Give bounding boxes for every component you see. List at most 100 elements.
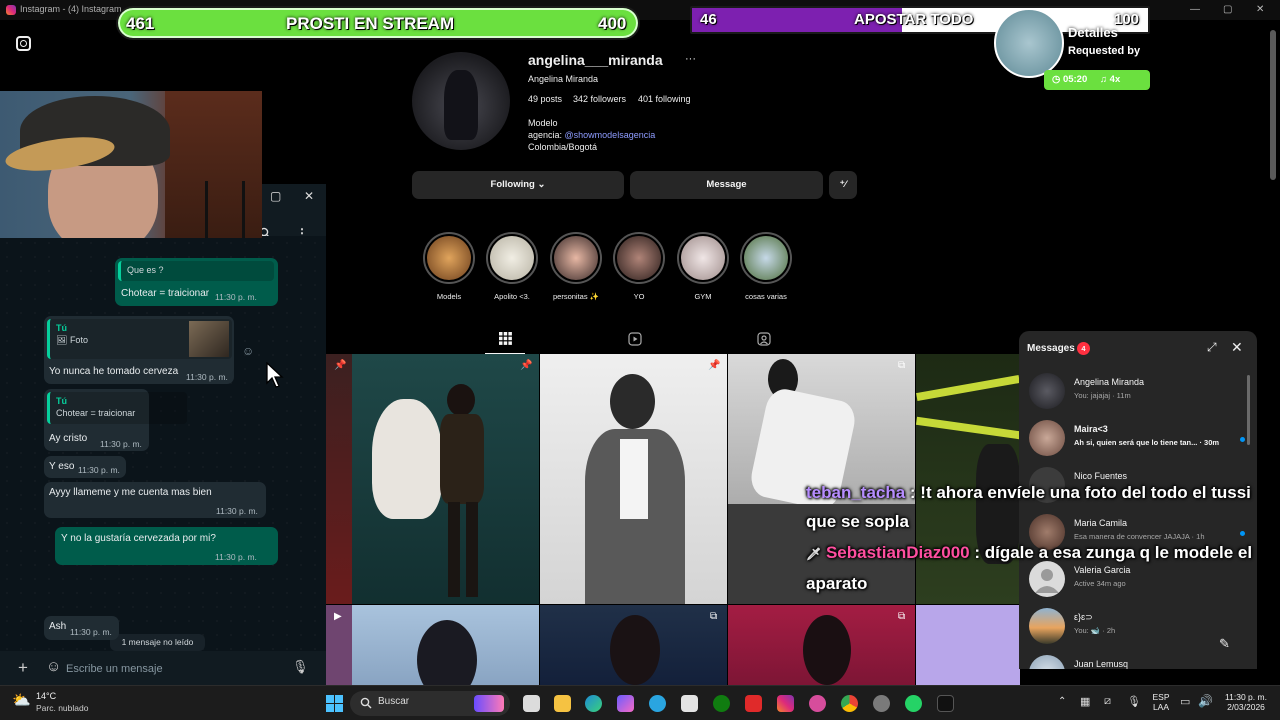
page-scrollbar[interactable]: [1270, 30, 1276, 180]
whatsapp-window: ▢ ✕ ⋮ Que es ? Chotear = traicionar 11:3…: [0, 184, 326, 685]
chevron-up-icon[interactable]: ⌃: [1058, 696, 1066, 707]
close-icon[interactable]: ✕: [1256, 4, 1264, 15]
edge-icon[interactable]: [585, 695, 602, 712]
profile-avatar[interactable]: [412, 52, 510, 150]
post-tile[interactable]: ⧉: [540, 605, 727, 685]
message-bubble[interactable]: Que es ? Chotear = traicionar 11:30 p. m…: [115, 258, 278, 306]
settings-app-icon[interactable]: [873, 695, 890, 712]
clock[interactable]: 11:30 p. m. 2/03/2026: [1216, 692, 1276, 712]
pin-icon: 📌: [708, 360, 721, 371]
conversation-item[interactable]: Angelina Miranda You: jajajaj · 11m: [1019, 367, 1249, 413]
message-input[interactable]: [66, 659, 286, 679]
message-bubble[interactable]: Ayyy llameme y me cuenta mas bien 11:30 …: [44, 482, 266, 518]
display-icon[interactable]: ▭: [1180, 695, 1190, 708]
highlight-label: Models: [436, 292, 462, 301]
tiktok-icon[interactable]: [937, 695, 954, 712]
highlight-models[interactable]: [423, 232, 475, 284]
post-tile[interactable]: 📌: [352, 354, 539, 604]
tray-app-icon[interactable]: ▦: [1080, 695, 1090, 708]
highlight-cosas-varias[interactable]: [740, 232, 792, 284]
taskbar-search-input[interactable]: [378, 696, 458, 707]
post-tile[interactable]: [352, 605, 539, 685]
expand-icon[interactable]: ⤢: [1207, 340, 1217, 355]
following-button[interactable]: Following ⌄: [412, 171, 624, 199]
post-tile[interactable]: 📌: [326, 354, 352, 604]
request-timer: ◷ 05:20 ♫ 4x: [1044, 70, 1150, 90]
conversation-item[interactable]: Juan Lemusq: [1019, 649, 1249, 669]
microphone-icon[interactable]: 🎙: [292, 659, 309, 675]
volume-icon[interactable]: 🔊: [1198, 694, 1213, 708]
tray-app-icon[interactable]: ⧄: [1104, 695, 1111, 708]
composer: + ☺ 🎙: [0, 651, 326, 685]
avatar: [1029, 373, 1065, 409]
profile-following-count[interactable]: 401 following: [638, 94, 691, 104]
reels-tab-icon[interactable]: [628, 332, 642, 346]
highlight-label: personitas ✨: [552, 292, 600, 301]
suggest-user-button[interactable]: ⁺⁄: [829, 171, 857, 199]
post-tile[interactable]: [916, 605, 1020, 685]
xbox-icon[interactable]: [713, 695, 730, 712]
new-message-icon[interactable]: ✎: [1219, 636, 1241, 658]
microphone-icon[interactable]: 🎙: [1127, 695, 1141, 708]
posts-grid-tab-icon[interactable]: [499, 332, 512, 345]
search-icon: [360, 696, 372, 714]
post-tile[interactable]: ⧉: [728, 605, 915, 685]
instagram-taskbar-icon[interactable]: [777, 695, 794, 712]
language-indicator[interactable]: ESP LAA: [1150, 692, 1172, 712]
webcam-overlay: [0, 91, 262, 238]
chat-username: SebastianDiaz000: [825, 543, 970, 562]
maximize-icon[interactable]: ▢: [270, 189, 281, 203]
chrome-icon[interactable]: [841, 695, 858, 712]
profile-bio-line3: Colombia/Bogotá: [528, 142, 598, 152]
chat-message: teban_tacha : !t ahora envíele una foto …: [806, 483, 1251, 531]
profile-bio-link[interactable]: @showmodelsagencia: [565, 130, 656, 140]
pin-icon: 📌: [334, 360, 347, 371]
post-tile[interactable]: 📌: [540, 354, 727, 604]
close-icon[interactable]: ✕: [1231, 339, 1243, 356]
highlight-label: Apolito <3.: [494, 292, 530, 301]
profile-username: angelina___miranda: [528, 52, 663, 68]
conversation-item[interactable]: ε}ɛ⊃ You: 🐋 · 2h: [1019, 602, 1249, 648]
file-explorer-icon[interactable]: [554, 695, 571, 712]
profile-followers-count[interactable]: 342 followers: [573, 94, 626, 104]
window-title: Instagram - (4) Instagram: [20, 4, 122, 14]
message-bubble[interactable]: Ash 11:30 p. m.: [44, 616, 119, 640]
close-icon[interactable]: ✕: [304, 189, 314, 203]
message-bubble[interactable]: Y no la gustaría cervezada por mi? 11:30…: [55, 527, 278, 565]
weather-icon[interactable]: ⛅: [12, 691, 31, 709]
message-bubble[interactable]: Y eso 11:30 p. m.: [44, 456, 126, 478]
maximize-icon[interactable]: ▢: [1223, 4, 1232, 15]
highlight-yo[interactable]: [613, 232, 665, 284]
copilot-icon[interactable]: [617, 695, 634, 712]
unread-badge: 4: [1077, 342, 1090, 355]
attach-plus-icon[interactable]: +: [18, 658, 28, 678]
telegram-icon[interactable]: [649, 695, 666, 712]
minimize-icon[interactable]: —: [1190, 4, 1200, 15]
instagram-app-icon: [6, 5, 16, 15]
message-button[interactable]: Message: [630, 171, 823, 199]
highlight-label: cosas varias: [745, 292, 787, 301]
taskbar-search[interactable]: [350, 691, 510, 716]
whatsapp-taskbar-icon[interactable]: [905, 695, 922, 712]
emoji-icon[interactable]: ☺: [46, 658, 61, 675]
chat-message: 🗡 SebastianDiaz000 : dígale a esa zunga …: [806, 543, 1253, 593]
store-icon[interactable]: [681, 695, 698, 712]
carousel-icon: ⧉: [898, 611, 906, 622]
mouse-cursor-icon: [266, 361, 284, 393]
highlight-personitas[interactable]: [550, 232, 602, 284]
app-icon-w[interactable]: [745, 695, 762, 712]
tagged-tab-icon[interactable]: [757, 332, 771, 346]
windows-start-icon[interactable]: [326, 695, 343, 717]
emoji-reaction-icon[interactable]: ☺: [242, 344, 254, 358]
app-icon-circle[interactable]: [809, 695, 826, 712]
instagram-logo-icon[interactable]: [16, 36, 31, 51]
scrollbar[interactable]: [1247, 375, 1250, 445]
task-view-icon[interactable]: [523, 695, 540, 712]
highlight-label: YO: [633, 292, 645, 301]
unread-divider: 1 mensaje no leído: [110, 634, 205, 651]
highlight-gym[interactable]: [677, 232, 729, 284]
highlight-apolito[interactable]: [486, 232, 538, 284]
post-tile[interactable]: ▶: [326, 605, 352, 685]
conversation-item[interactable]: Maira<3 Ah si, quien será que lo tiene t…: [1019, 414, 1249, 460]
profile-options-icon[interactable]: ···: [685, 53, 696, 65]
